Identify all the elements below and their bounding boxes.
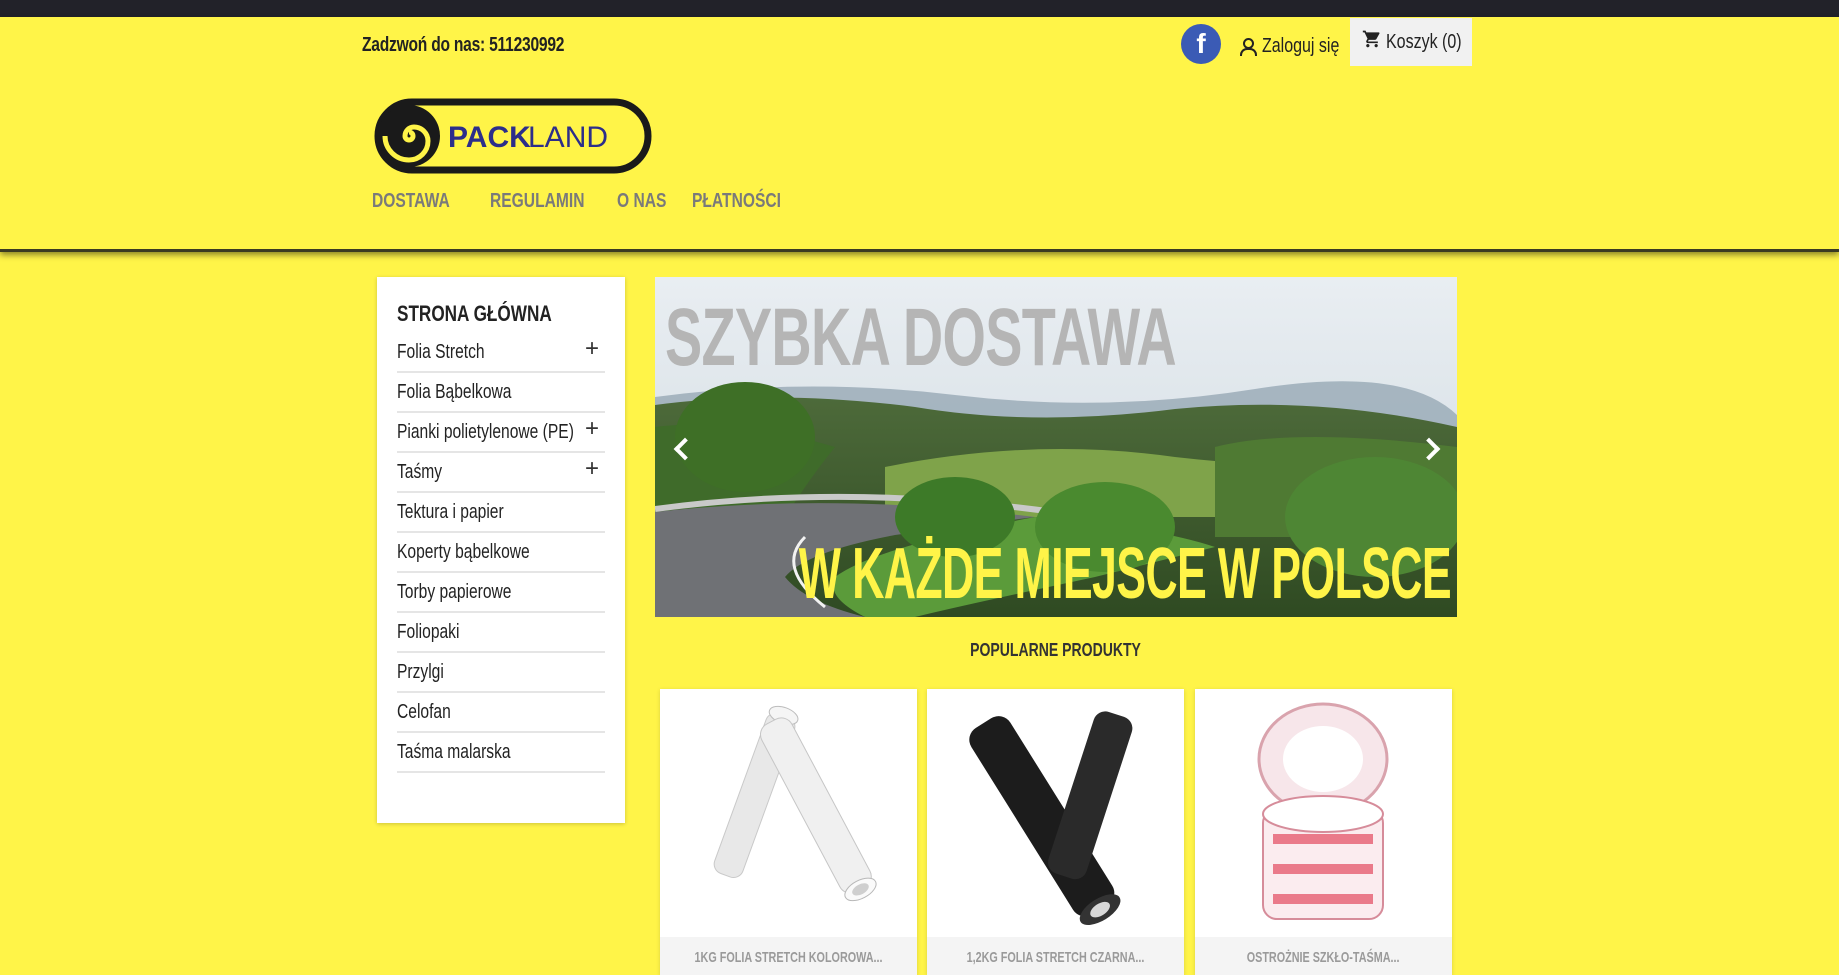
nav-o-nas[interactable]: O NAS (617, 190, 666, 213)
product-name[interactable]: OSTROŻNIE SZKŁO-TAŚMA... (1195, 937, 1452, 975)
site-header (0, 17, 1839, 252)
category-item[interactable]: Taśmy + (397, 453, 605, 493)
category-label: Celofan (397, 700, 451, 723)
product-grid: 1KG FOLIA STRETCH KOLOROWA... 1,2KG FOLI… (660, 689, 1452, 975)
category-label: Pianki polietylenowe (PE) (397, 420, 574, 443)
category-item[interactable]: Foliopaki (397, 613, 605, 653)
login-link[interactable]: Zaloguj się (1238, 33, 1359, 59)
facebook-icon[interactable]: f (1181, 24, 1221, 64)
product-image[interactable] (927, 689, 1184, 937)
category-item[interactable]: Koperty bąbelkowe (397, 533, 605, 573)
login-label: Zaloguj się (1262, 34, 1340, 57)
popular-products-title: POPULARNE PRODUKTY (655, 640, 1457, 661)
main-nav: DOSTAWA REGULAMIN O NAS PŁATNOŚCI (372, 190, 826, 213)
category-item[interactable]: Tektura i papier (397, 493, 605, 533)
cart-label: Koszyk (0) (1386, 30, 1462, 53)
sidebar-title[interactable]: STRONA GŁÓWNA (397, 301, 552, 327)
category-label: Przylgi (397, 660, 444, 683)
hero-slider[interactable]: SZYBKA DOSTAWA W KAŻDE MIEJSCE W POLSCE (655, 277, 1457, 617)
expand-plus-icon[interactable]: + (585, 455, 599, 483)
packland-logo[interactable]: PACK LAND (374, 98, 653, 174)
product-card[interactable]: OSTROŻNIE SZKŁO-TAŚMA... (1195, 689, 1452, 975)
category-label: Taśma malarska (397, 740, 511, 763)
slide-subheading: W KAŻDE MIEJSCE W POLSCE (798, 534, 1452, 614)
slider-next-arrow-icon[interactable] (1419, 437, 1443, 461)
logo-text-pack: PACK (448, 121, 531, 154)
category-label: Folia Stretch (397, 340, 485, 363)
category-label: Folia Bąbelkowa (397, 380, 512, 403)
category-item[interactable]: Przylgi (397, 653, 605, 693)
category-sidebar: STRONA GŁÓWNA Folia Stretch + Folia Bąbel… (377, 277, 625, 823)
product-image[interactable] (1195, 689, 1452, 937)
category-label: Torby papierowe (397, 580, 512, 603)
product-name[interactable]: 1,2KG FOLIA STRETCH CZARNA... (927, 937, 1184, 975)
product-card[interactable]: 1,2KG FOLIA STRETCH CZARNA... (927, 689, 1184, 975)
cart-icon (1362, 29, 1382, 55)
popular-products-label: POPULARNE PRODUKTY (970, 640, 1142, 660)
category-label: Koperty bąbelkowe (397, 540, 530, 563)
category-item[interactable]: Folia Bąbelkowa (397, 373, 605, 413)
user-icon (1238, 37, 1257, 56)
slider-prev-arrow-icon[interactable] (669, 437, 693, 461)
browser-top-strip (0, 0, 1839, 17)
nav-regulamin[interactable]: REGULAMIN (490, 190, 584, 213)
product-name-label: OSTROŻNIE SZKŁO-TAŚMA... (1247, 948, 1400, 966)
category-item[interactable]: Celofan (397, 693, 605, 733)
slide-heading: SZYBKA DOSTAWA (665, 292, 1177, 383)
category-item[interactable]: Torby papierowe (397, 573, 605, 613)
category-label: Taśmy (397, 460, 443, 483)
cart-button[interactable]: Koszyk (0) (1350, 18, 1472, 66)
expand-plus-icon[interactable]: + (585, 335, 599, 363)
product-name[interactable]: 1KG FOLIA STRETCH KOLOROWA... (660, 937, 917, 975)
category-list: Folia Stretch + Folia Bąbelkowa Pianki po… (397, 333, 605, 773)
product-card[interactable]: 1KG FOLIA STRETCH KOLOROWA... (660, 689, 917, 975)
product-name-label: 1,2KG FOLIA STRETCH CZARNA... (966, 948, 1145, 966)
nav-dostawa[interactable]: DOSTAWA (372, 190, 450, 213)
category-item[interactable]: Pianki polietylenowe (PE) + (397, 413, 605, 453)
category-label: Foliopaki (397, 620, 460, 643)
product-name-label: 1KG FOLIA STRETCH KOLOROWA... (694, 948, 883, 966)
expand-plus-icon[interactable]: + (585, 415, 599, 443)
nav-platnosci[interactable]: PŁATNOŚCI (692, 190, 781, 213)
category-item[interactable]: Folia Stretch + (397, 333, 605, 373)
logo-text-land: LAND (528, 121, 608, 154)
category-item[interactable]: Taśma malarska (397, 733, 605, 773)
call-us-text: Zadzwoń do nas: 511230992 (362, 34, 565, 56)
product-image[interactable] (660, 689, 917, 937)
category-label: Tektura i papier (397, 500, 504, 523)
